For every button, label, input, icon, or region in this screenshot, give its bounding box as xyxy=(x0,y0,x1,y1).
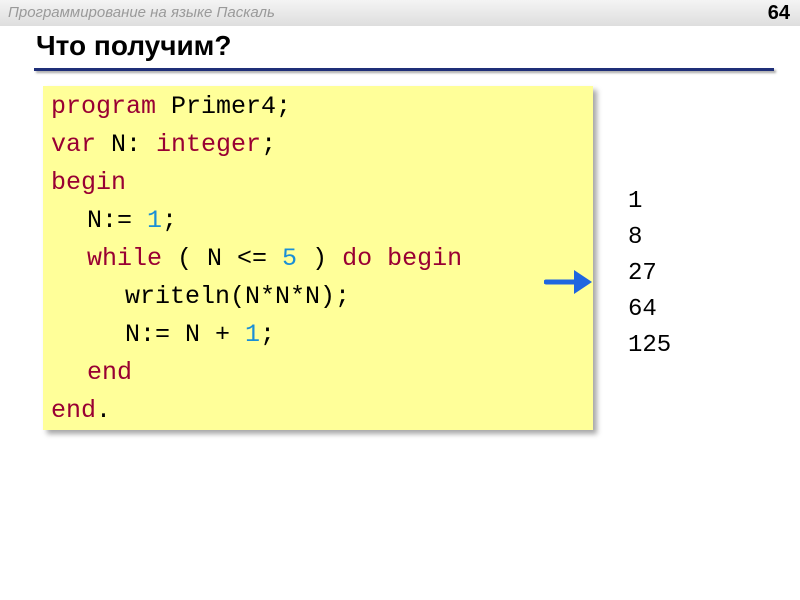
keyword: begin xyxy=(387,244,463,273)
code-line-5: while ( N <= 5 ) do begin xyxy=(87,240,462,278)
page-title: Что получим? xyxy=(36,30,232,61)
header-bar: Программирование на языке Паскаль 64 xyxy=(0,0,800,26)
code-line-7: N:= N + 1; xyxy=(125,316,275,354)
number-literal: 1 xyxy=(245,320,261,349)
code-line-3: begin xyxy=(51,164,126,202)
arrow-right-icon xyxy=(544,270,592,294)
while-condition-close: ) xyxy=(297,244,343,273)
semicolon: ; xyxy=(162,206,178,235)
code-line-1: program Primer4; xyxy=(51,88,291,126)
course-subject: Программирование на языке Паскаль xyxy=(8,4,275,21)
while-condition-open: ( N <= xyxy=(162,244,283,273)
code-line-9: end. xyxy=(51,392,111,430)
keyword: end xyxy=(51,396,97,425)
number-literal: 1 xyxy=(147,206,163,235)
increment-expr: N:= N + xyxy=(125,320,246,349)
output-value: 8 xyxy=(628,224,643,251)
slide-number: 64 xyxy=(767,2,790,24)
final-dot: . xyxy=(96,396,112,425)
assignment: N:= xyxy=(87,206,148,235)
output-value: 1 xyxy=(628,188,643,215)
code-line-8: end xyxy=(87,354,132,392)
writeln-call: writeln(N*N*N); xyxy=(125,282,351,311)
code-line-4: N:= 1; xyxy=(87,202,177,240)
keyword: do xyxy=(342,244,373,273)
keyword: while xyxy=(87,244,163,273)
output-value: 27 xyxy=(628,260,657,287)
var-decl: N: xyxy=(96,130,157,159)
keyword: program xyxy=(51,92,157,121)
semicolon: ; xyxy=(261,130,277,159)
program-name: Primer4; xyxy=(156,92,292,121)
output-value: 125 xyxy=(628,332,672,359)
keyword: begin xyxy=(51,168,127,197)
keyword: integer xyxy=(156,130,262,159)
semicolon: ; xyxy=(260,320,276,349)
keyword: var xyxy=(51,130,97,159)
title-underline xyxy=(34,68,774,71)
code-block: program Primer4; var N: integer; begin N… xyxy=(43,86,593,430)
code-line-2: var N: integer; xyxy=(51,126,276,164)
code-line-6: writeln(N*N*N); xyxy=(125,278,350,316)
keyword: end xyxy=(87,358,133,387)
number-literal: 5 xyxy=(282,244,298,273)
output-value: 64 xyxy=(628,296,657,323)
